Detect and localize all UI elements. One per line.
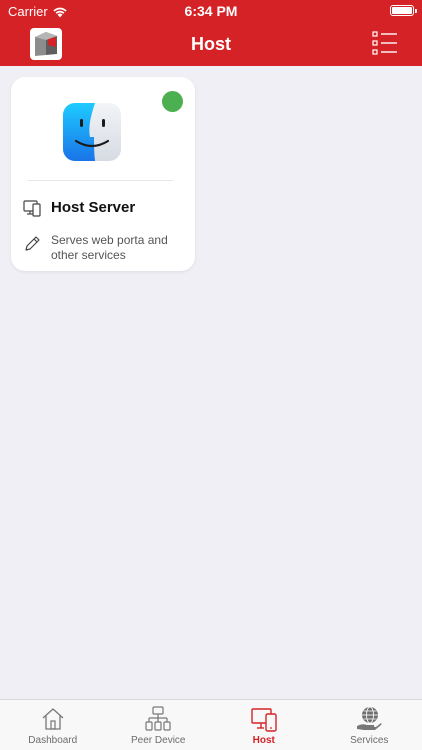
page-title: Host [191, 34, 231, 54]
navigation-bar: Host [0, 22, 422, 66]
tab-dashboard[interactable]: Dashboard [0, 700, 106, 750]
tab-services-label: Services [350, 735, 389, 746]
tab-dashboard-label: Dashboard [28, 735, 78, 746]
list-menu-icon[interactable] [372, 30, 398, 56]
host-card[interactable]: Host Server Serves web porta and other s… [11, 77, 195, 271]
status-bar: Carrier 6:34 PM [0, 0, 422, 22]
tab-host-label: Host [252, 735, 275, 746]
tab-bar: Dashboard Peer Device Host Services [0, 699, 422, 750]
devices-icon [23, 200, 41, 217]
card-divider [28, 180, 173, 181]
tab-peer-device[interactable]: Peer Device [106, 700, 212, 750]
host-name: Host Server [51, 199, 136, 216]
network-icon [145, 706, 171, 731]
clock: 6:34 PM [184, 3, 238, 19]
tab-peer-device-label: Peer Device [131, 735, 186, 746]
globe-hand-icon [357, 706, 382, 730]
tab-host[interactable]: Host [211, 700, 317, 750]
tab-services[interactable]: Services [317, 700, 422, 750]
pencil-icon [25, 236, 40, 251]
host-description: Serves web porta and other services [51, 233, 168, 262]
home-icon [42, 708, 64, 730]
finder-icon [63, 103, 121, 161]
battery-icon [390, 5, 417, 16]
devices-icon [251, 708, 277, 732]
status-online-indicator [162, 91, 183, 112]
